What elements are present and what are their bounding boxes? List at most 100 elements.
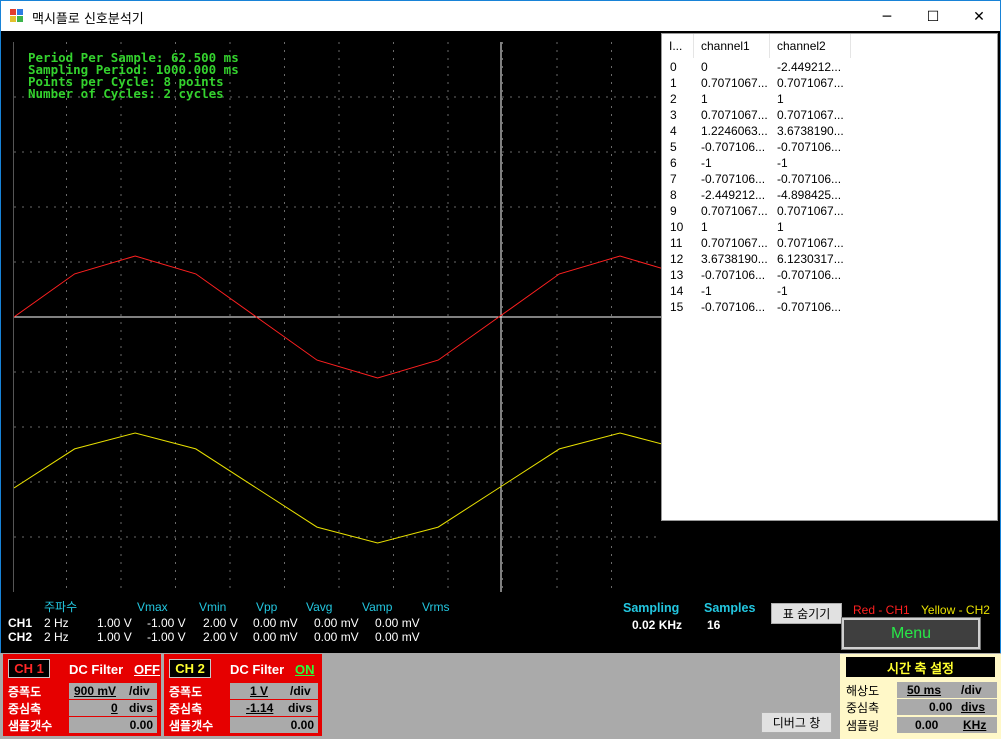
ch2-samples-label: 샘플갯수 [169, 719, 214, 733]
ch1-gain-label: 증폭도 [8, 685, 42, 699]
table-cell-channel2: -0.707106... [777, 300, 842, 314]
time-resolution-field[interactable]: 50 ms /div [897, 682, 997, 698]
table-cell-channel2: -2.449212... [777, 60, 842, 74]
minimize-icon: ─ [882, 8, 892, 25]
sampling-label: Sampling [623, 601, 680, 615]
ch1-dc-filter-toggle[interactable]: OFF [134, 662, 160, 677]
menu-button[interactable]: Menu [841, 617, 981, 650]
title-bar: 맥시플로 신호분석기 ─ ☐ ✕ [0, 0, 1001, 31]
table-row[interactable]: 0 0 -2.449212... [662, 59, 999, 75]
scope-plot [14, 42, 661, 592]
ch2-gain-unit: /div [290, 684, 311, 698]
table-row[interactable]: 13 -0.707106... -0.707106... [662, 267, 999, 283]
table-cell-index: 15 [670, 300, 684, 314]
ch2-samples-field[interactable]: 0.00 [230, 717, 318, 733]
samples-label: Samples [704, 601, 756, 615]
ch1-dc-filter-label: DC Filter [69, 662, 124, 677]
ch2-measure-vmin: -1.00 V [147, 630, 186, 644]
ch2-offset-field[interactable]: -1.14 divs [230, 700, 318, 716]
table-row[interactable]: 11 0.7071067... 0.7071067... [662, 235, 999, 251]
table-cell-index: 7 [670, 172, 677, 186]
ch1-measure-freq: 2 Hz [44, 616, 69, 630]
legend-ch2: Yellow - CH2 [921, 603, 990, 617]
ch1-offset-field[interactable]: 0 divs [69, 700, 157, 716]
ch1-samples-value: 0.00 [129, 718, 153, 732]
table-row[interactable]: 7 -0.707106... -0.707106... [662, 171, 999, 187]
time-sampling-label: 샘플링 [846, 719, 880, 733]
table-row[interactable]: 10 1 1 [662, 219, 999, 235]
table-cell-index: 8 [670, 188, 677, 202]
table-row[interactable]: 2 1 1 [662, 91, 999, 107]
sampling-value: 0.02 KHz [632, 618, 683, 632]
table-cell-channel2: 3.6738190... [777, 124, 844, 138]
debug-window-button[interactable]: 디버그 창 [761, 712, 832, 733]
time-axis-title: 시간 축 설정 [846, 657, 995, 677]
table-cell-channel1: 1.2246063... [701, 124, 768, 138]
table-cell-channel1: 1 [701, 220, 708, 234]
column-header-channel2[interactable]: channel2 [770, 34, 851, 58]
column-header-index[interactable]: I... [662, 34, 694, 58]
column-header-channel1[interactable]: channel1 [694, 34, 770, 58]
maximize-button[interactable]: ☐ [910, 1, 956, 32]
table-cell-channel2: 0.7071067... [777, 236, 844, 250]
table-cell-channel2: 1 [777, 220, 784, 234]
table-cell-index: 2 [670, 92, 677, 106]
table-cell-channel2: -0.707106... [777, 140, 842, 154]
ch1-measure-label: CH1 [8, 616, 33, 630]
close-icon: ✕ [973, 8, 985, 25]
ch1-gain-unit: /div [129, 684, 150, 698]
measure-header-vamp: Vamp [362, 600, 393, 614]
ch2-measure-vpp: 2.00 V [203, 630, 238, 644]
table-cell-index: 6 [670, 156, 677, 170]
table-cell-index: 5 [670, 140, 677, 154]
maximize-icon: ☐ [926, 8, 940, 25]
measure-header-vpp: Vpp [256, 600, 278, 614]
table-row[interactable]: 6 -1 -1 [662, 155, 999, 171]
oscilloscope-display[interactable] [13, 42, 661, 592]
table-cell-index: 11 [670, 236, 683, 250]
table-cell-index: 13 [670, 268, 684, 282]
ch2-gain-field[interactable]: 1 V /div [230, 683, 318, 699]
table-row[interactable]: 1 0.7071067... 0.7071067... [662, 75, 999, 91]
ch2-gain-label: 증폭도 [169, 685, 203, 699]
time-center-value: 0.00 [929, 700, 953, 714]
ch1-measure-vmax: 1.00 V [97, 616, 132, 630]
ch1-samples-label: 샘플갯수 [8, 719, 53, 733]
table-cell-channel1: 0.7071067... [701, 76, 768, 90]
ch1-measure-vmin: -1.00 V [147, 616, 186, 630]
table-row[interactable]: 15 -0.707106... -0.707106... [662, 299, 999, 315]
data-table[interactable]: I... channel1 channel2 0 0 -2.449212... 1 0.… [661, 33, 998, 521]
table-row[interactable]: 4 1.2246063... 3.6738190... [662, 123, 999, 139]
ch1-gain-field[interactable]: 900 mV /div [69, 683, 157, 699]
hide-table-button[interactable]: 표 숨기기 [771, 603, 842, 624]
table-row[interactable]: 12 3.6738190... 6.1230317... [662, 251, 999, 267]
ch2-measure-vmax: 1.00 V [97, 630, 132, 644]
time-center-field[interactable]: 0.00 divs [897, 699, 997, 715]
table-row[interactable]: 14 -1 -1 [662, 283, 999, 299]
table-cell-channel2: -1 [777, 284, 788, 298]
table-cell-index: 10 [670, 220, 684, 234]
close-button[interactable]: ✕ [956, 1, 1001, 32]
table-row[interactable]: 8 -2.449212... -4.898425... [662, 187, 999, 203]
table-row[interactable]: 5 -0.707106... -0.707106... [662, 139, 999, 155]
ch1-measure-vpp: 2.00 V [203, 616, 238, 630]
time-center-label: 중심축 [846, 701, 880, 715]
time-sampling-unit: KHz [963, 718, 987, 732]
ch2-dc-filter-toggle[interactable]: ON [295, 662, 315, 677]
minimize-button[interactable]: ─ [864, 1, 910, 32]
ch2-offset-value: -1.14 [246, 701, 274, 715]
table-row[interactable]: 9 0.7071067... 0.7071067... [662, 203, 999, 219]
ch2-measure-vamp: 0.00 mV [314, 630, 359, 644]
table-cell-channel1: -0.707106... [701, 300, 766, 314]
table-row[interactable]: 3 0.7071067... 0.7071067... [662, 107, 999, 123]
table-cell-channel1: 0.7071067... [701, 204, 768, 218]
ch1-offset-value: 0 [111, 701, 118, 715]
ch2-offset-unit: divs [288, 701, 313, 715]
table-cell-index: 14 [670, 284, 684, 298]
ch2-dc-filter-label: DC Filter [230, 662, 285, 677]
table-cell-index: 9 [670, 204, 677, 218]
time-sampling-field[interactable]: 0.00 KHz [897, 717, 997, 733]
ch2-trace [14, 432, 661, 544]
ch1-samples-field[interactable]: 0.00 [69, 717, 157, 733]
ch1-measure-vavg: 0.00 mV [253, 616, 298, 630]
